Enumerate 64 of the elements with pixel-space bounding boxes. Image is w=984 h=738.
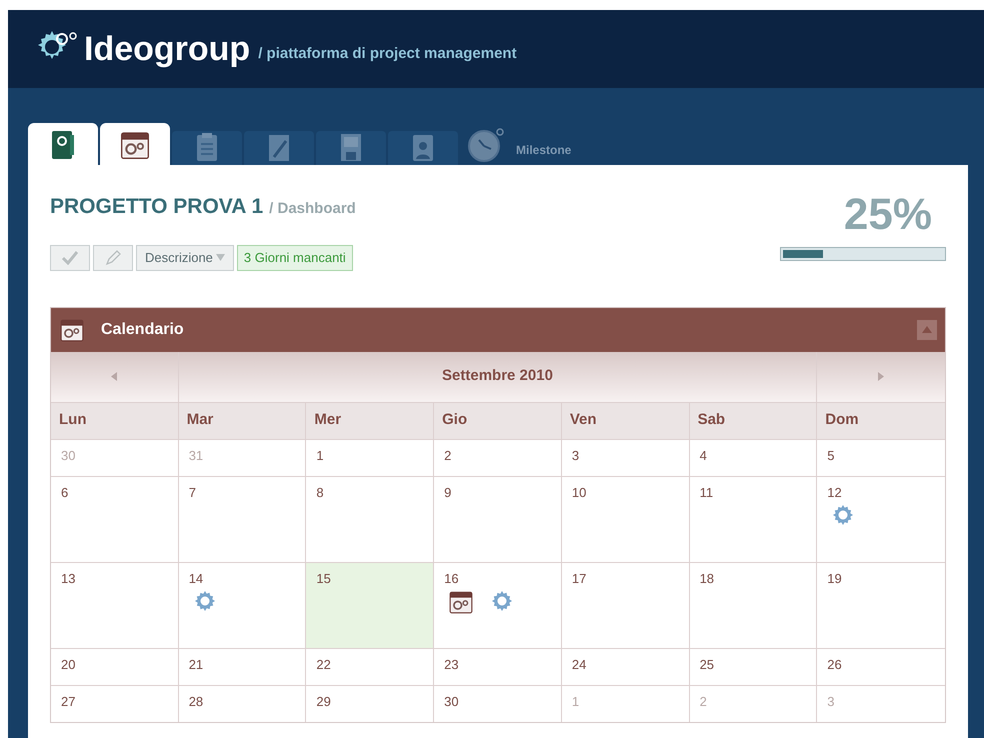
day-cell[interactable]: 3 [562, 438, 690, 476]
next-month-button[interactable] [817, 352, 945, 402]
tab[interactable] [100, 123, 170, 165]
weekday-header: Gio [434, 402, 562, 438]
tagline: / piattaforma di project management [258, 44, 517, 64]
day-cell[interactable]: 8 [306, 476, 434, 562]
day-cell[interactable]: 17 [562, 562, 690, 648]
gear-icon [192, 588, 217, 612]
weekday-header: Lun [51, 402, 179, 438]
day-cell[interactable]: 23 [434, 648, 562, 684]
day-cell[interactable]: 28 [178, 684, 306, 722]
day-cell[interactable]: 18 [690, 562, 818, 648]
previous-month-button[interactable] [51, 352, 179, 402]
collapse-button[interactable] [917, 320, 937, 340]
day-cell[interactable]: 27 [51, 684, 179, 722]
progress-percent: 25% [844, 193, 932, 237]
day-cell[interactable]: 6 [51, 476, 179, 562]
tab[interactable]: Milestone [460, 131, 578, 165]
day-cell[interactable]: 7 [178, 476, 306, 562]
brand-name: Ideogroup [84, 32, 250, 66]
weekday-header: Mar [178, 402, 306, 438]
month-title: Settembre 2010 [442, 366, 553, 386]
caret-icon [216, 254, 225, 261]
folder-icon [50, 129, 76, 161]
caret-left-icon [111, 372, 118, 381]
day-cell[interactable]: 11 [690, 476, 818, 562]
day-cell[interactable]: 13 [51, 562, 179, 648]
day-cell[interactable]: 4 [690, 438, 818, 476]
gear-icon [831, 502, 856, 526]
confirm-button[interactable] [50, 244, 90, 270]
tab[interactable] [28, 123, 98, 165]
page-name: / Dashboard [269, 199, 356, 219]
caret-right-icon [878, 372, 884, 381]
stopwatch-icon [466, 127, 506, 163]
pencil-icon [105, 250, 121, 266]
project-title: PROGETTO PROVA 1 [50, 194, 264, 220]
days-remaining-label: 3 Giorni mancanti [236, 244, 353, 270]
day-cell[interactable]: 1 [306, 438, 434, 476]
calendar-icon [59, 316, 85, 342]
clipboard-icon [194, 131, 220, 163]
day-cell[interactable]: 2 [434, 438, 562, 476]
checkmark-icon [62, 250, 78, 264]
weekday-header: Ven [562, 402, 690, 438]
description-dropdown[interactable]: Descrizione [136, 244, 234, 270]
day-cell[interactable]: 20 [51, 648, 179, 684]
weekday-header: Sab [690, 402, 818, 438]
day-cell[interactable]: 29 [306, 684, 434, 722]
day-cell[interactable]: 21 [178, 648, 306, 684]
edit-button[interactable] [93, 244, 133, 270]
day-cell[interactable]: 24 [562, 648, 690, 684]
day-cell[interactable]: 25 [690, 648, 818, 684]
calendar-icon [448, 588, 474, 614]
day-cell[interactable]: 22 [306, 648, 434, 684]
day-cell[interactable]: 15 [306, 562, 434, 648]
day-cell[interactable]: 14 [178, 562, 306, 648]
caret-up-icon [922, 326, 932, 333]
day-cell[interactable]: 16 [434, 562, 562, 648]
gear-icon [490, 588, 514, 612]
weekday-header: Mer [306, 402, 434, 438]
day-cell[interactable]: 10 [562, 476, 690, 562]
weekday-header: Dom [817, 402, 945, 438]
panel-title: Calendario [101, 320, 185, 340]
day-cell[interactable]: 9 [434, 476, 562, 562]
day-cell[interactable]: 30 [434, 684, 562, 722]
